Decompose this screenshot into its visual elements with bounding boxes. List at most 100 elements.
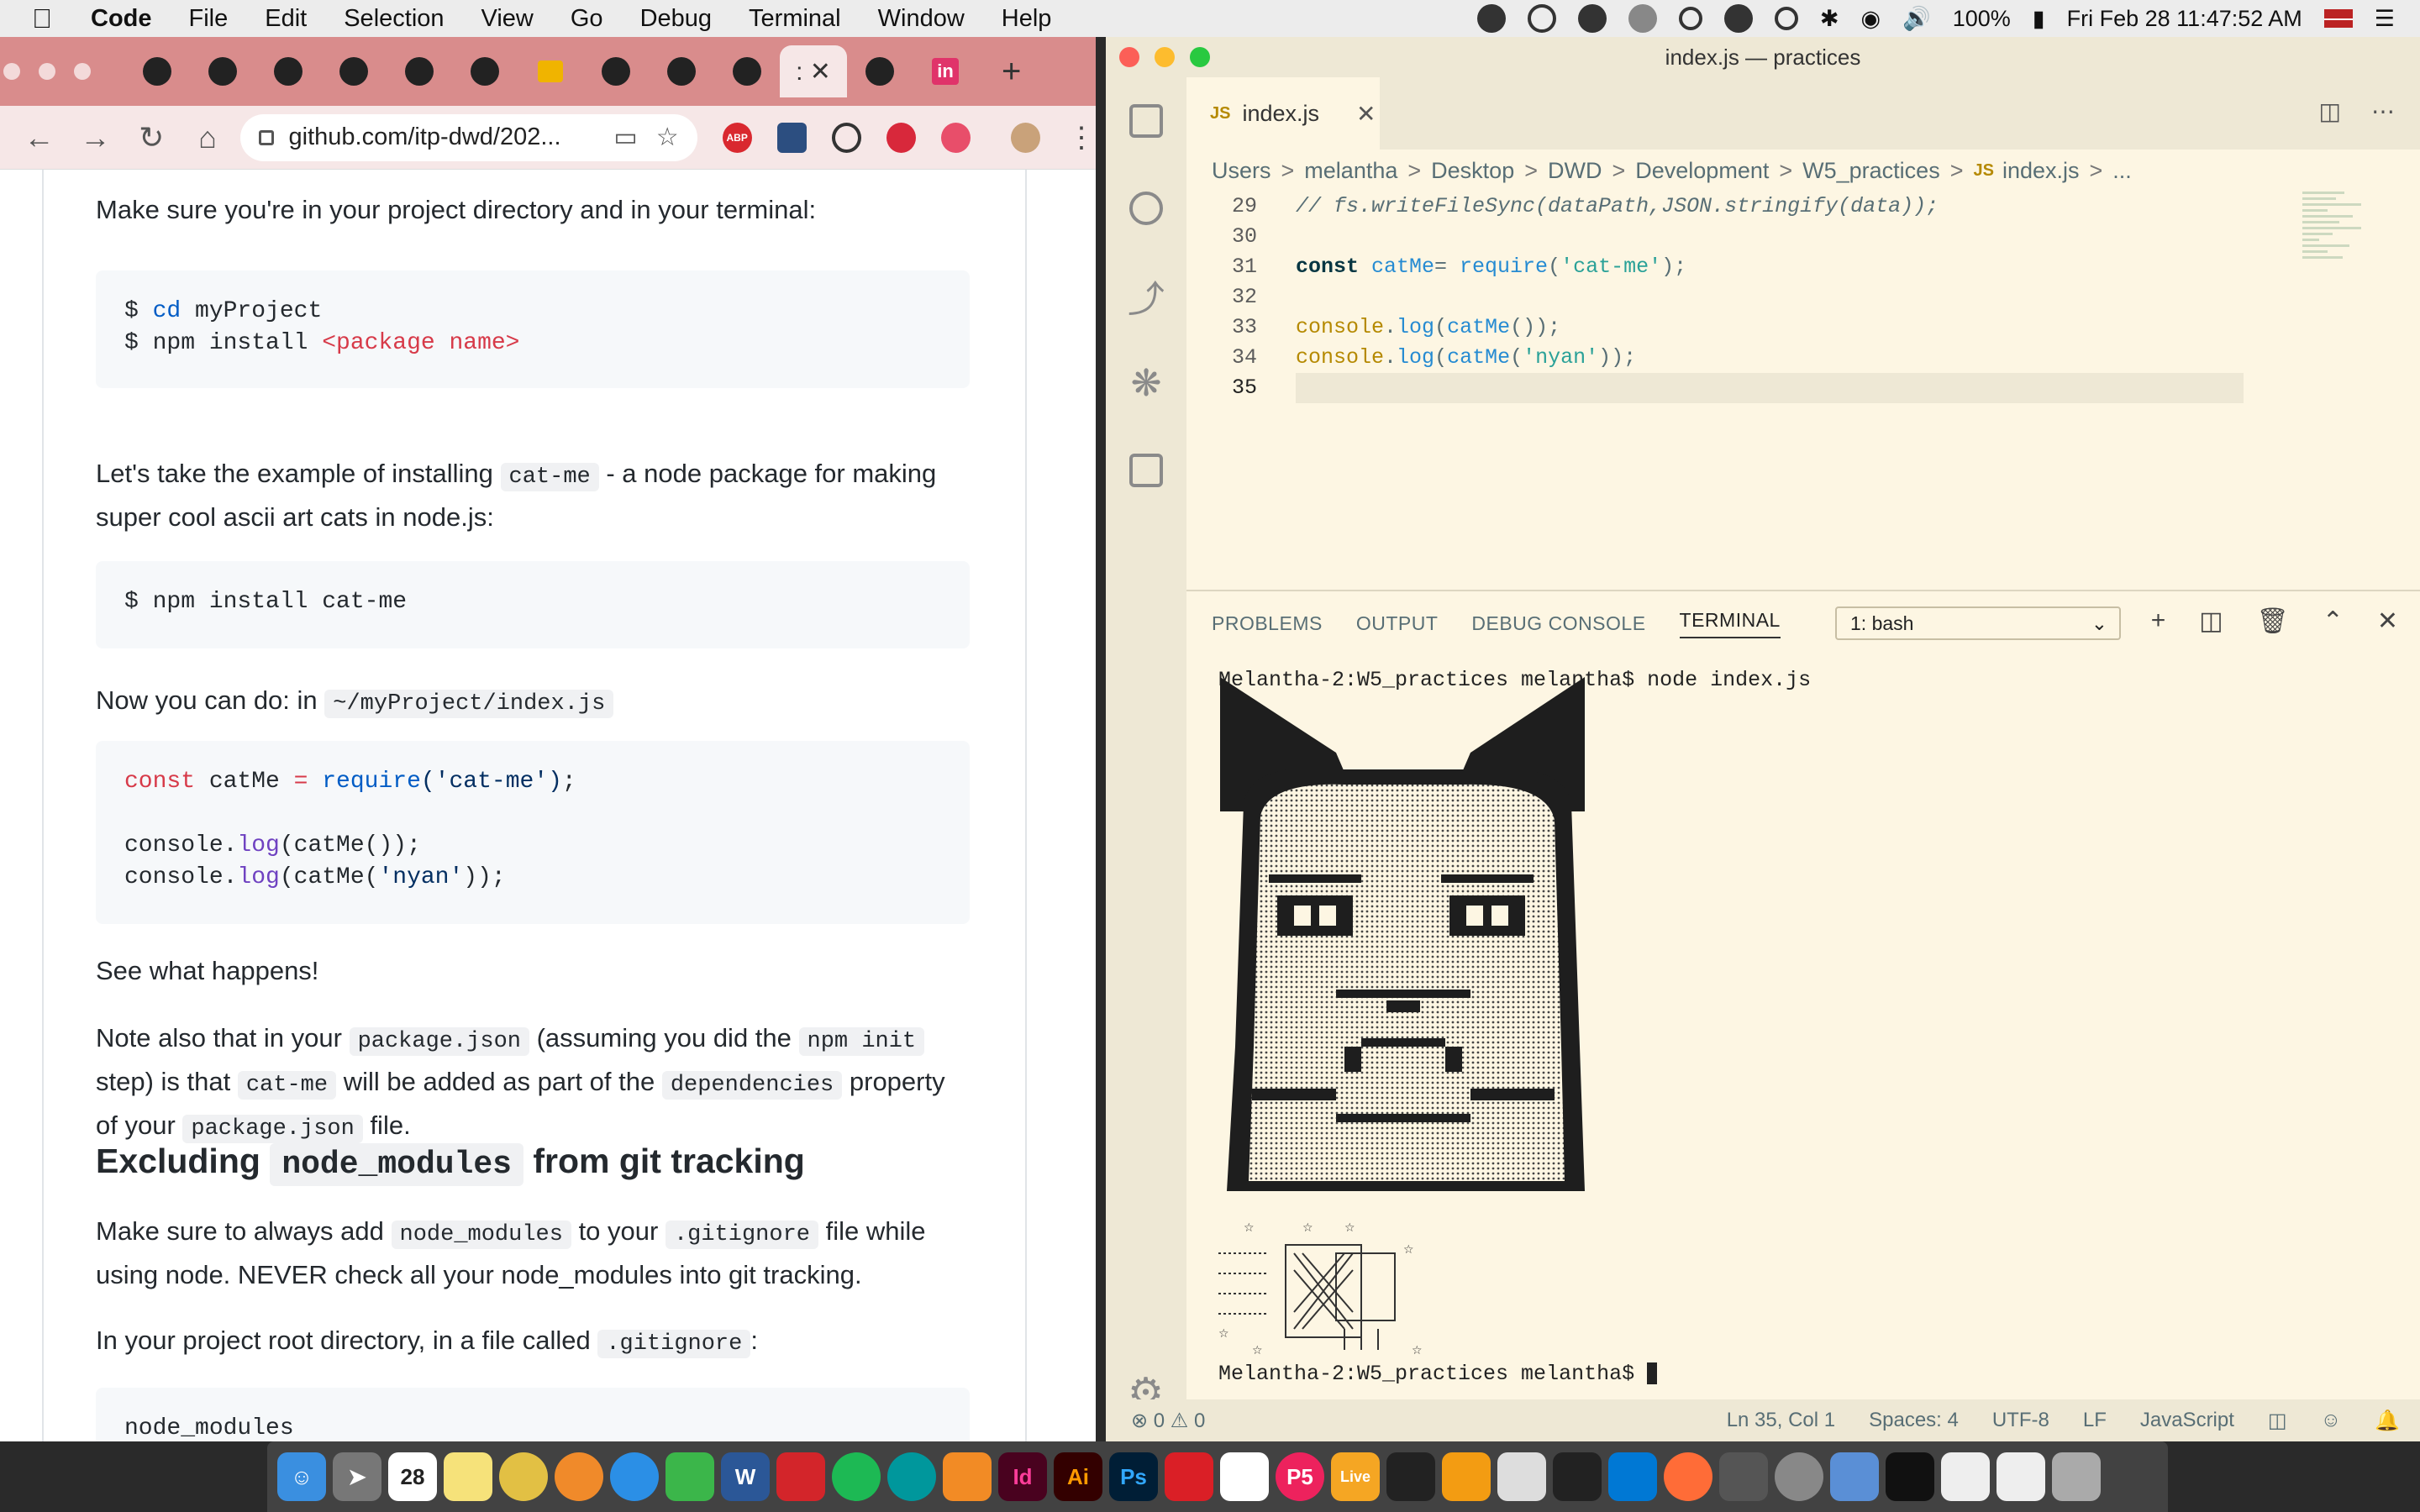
messenger-icon[interactable] <box>1476 4 1506 33</box>
apple-icon[interactable]:  <box>32 3 66 34</box>
arduino-icon[interactable] <box>887 1452 936 1501</box>
time-machine-icon[interactable] <box>1774 7 1798 30</box>
system-preferences-icon[interactable] <box>1775 1452 1823 1501</box>
breadcrumb-item[interactable]: index.js <box>2002 158 2080 184</box>
problems-count[interactable]: ⊗ 0 ⚠ 0 <box>1131 1409 1205 1433</box>
tab-github-3[interactable] <box>255 45 321 97</box>
tab-active[interactable]: : ✕ <box>780 45 847 97</box>
launchpad-icon[interactable]: ➤ <box>333 1452 381 1501</box>
menu-debug[interactable]: Debug <box>640 5 712 33</box>
new-tab-button[interactable]: + <box>1002 53 1021 91</box>
tab-output[interactable]: OUTPUT <box>1356 612 1439 635</box>
creative-cloud-icon[interactable] <box>1527 4 1556 33</box>
preview-icon[interactable] <box>1497 1452 1546 1501</box>
calendar-icon[interactable]: 28 <box>388 1452 437 1501</box>
split-editor-icon[interactable]: ◫ <box>2319 97 2341 125</box>
breadcrumb-item[interactable]: Development <box>1635 158 1769 184</box>
unity-icon[interactable] <box>1719 1452 1768 1501</box>
source-control-icon[interactable]: ⤴ <box>1106 252 1186 339</box>
new-terminal-icon[interactable]: + <box>2151 606 2166 636</box>
close-panel-icon[interactable]: ✕ <box>2377 606 2398 636</box>
creative-cloud-icon[interactable] <box>1165 1452 1213 1501</box>
menu-code[interactable]: Code <box>91 5 152 33</box>
notes-icon[interactable] <box>444 1452 492 1501</box>
close-window-button[interactable] <box>1119 47 1139 67</box>
debug-icon[interactable]: ❋ <box>1106 339 1186 427</box>
illustrator-icon[interactable]: Ai <box>1054 1452 1102 1501</box>
live-share-icon[interactable]: ◫ <box>2268 1409 2287 1433</box>
close-window-button[interactable] <box>3 63 20 80</box>
trash-icon[interactable] <box>2052 1452 2101 1501</box>
url-text[interactable]: github.com/itp-dwd/202... <box>289 123 596 151</box>
menu-help[interactable]: Help <box>1002 5 1052 33</box>
trash-icon[interactable]: 🗑 <box>2257 606 2289 636</box>
vscode-icon[interactable] <box>1608 1452 1657 1501</box>
breadcrumb-item[interactable]: Desktop <box>1431 158 1514 184</box>
more-actions-icon[interactable]: ⋯ <box>2371 97 2395 125</box>
extensions-icon[interactable] <box>1106 427 1186 514</box>
photos-icon[interactable] <box>1830 1452 1879 1501</box>
menu-window[interactable]: Window <box>878 5 965 33</box>
extension-icon[interactable] <box>831 122 861 153</box>
spotlight-icon[interactable] <box>1678 7 1702 30</box>
menu-terminal[interactable]: Terminal <box>749 5 841 33</box>
zoom-window-button[interactable] <box>1190 47 1210 67</box>
ableton-live-icon[interactable]: Live <box>1331 1452 1380 1501</box>
notification-center-icon[interactable]: ☰ <box>2375 6 2395 32</box>
code-line[interactable]: 33 console.log(catMe()); <box>1186 312 2420 343</box>
code-editor[interactable]: 29 // fs.writeFileSync(dataPath,JSON.str… <box>1186 192 2420 628</box>
explorer-icon[interactable] <box>1106 77 1186 165</box>
language-mode[interactable]: JavaScript <box>2140 1409 2234 1432</box>
tab-globe-2[interactable] <box>649 45 714 97</box>
word-icon[interactable]: W <box>721 1452 770 1501</box>
us-flag-icon[interactable] <box>2323 9 2353 28</box>
breadcrumb-item[interactable]: DWD <box>1548 158 1602 184</box>
extension-icon[interactable] <box>776 122 807 153</box>
terminal-select[interactable]: 1: bash ⌄ <box>1835 606 2121 640</box>
tab-terminal[interactable]: TERMINAL <box>1679 609 1781 638</box>
code-line[interactable]: 34 console.log(catMe('nyan')); <box>1186 343 2420 373</box>
maximize-panel-icon[interactable]: ⌃ <box>2323 606 2344 636</box>
menu-view[interactable]: View <box>481 5 534 33</box>
tab-problems[interactable]: PROBLEMS <box>1212 612 1323 635</box>
terminal-output[interactable]: Melantha-2:W5_practices melantha$ node i… <box>1218 665 2395 1399</box>
menu-file[interactable]: File <box>189 5 229 33</box>
indesign-icon[interactable]: Id <box>998 1452 1047 1501</box>
code-line-current[interactable]: 35 <box>1186 373 2420 403</box>
tab-close-icon[interactable]: : ✕ <box>796 57 831 87</box>
close-icon[interactable]: ✕ <box>1356 100 1376 128</box>
slack-icon[interactable] <box>1220 1452 1269 1501</box>
tab-github-4[interactable] <box>321 45 387 97</box>
photoshop-icon[interactable]: Ps <box>1109 1452 1158 1501</box>
volume-icon[interactable]: 🔊 <box>1902 5 1931 32</box>
encoding[interactable]: UTF-8 <box>1992 1409 2049 1432</box>
clock[interactable]: Fri Feb 28 11:47:52 AM <box>2067 6 2302 32</box>
battery-percent[interactable]: 100% <box>1953 6 2011 32</box>
document-icon[interactable] <box>1996 1452 2045 1501</box>
tab-github-5[interactable] <box>387 45 452 97</box>
bluetooth-icon[interactable]: ✱ <box>1820 6 1839 32</box>
zoom-window-button[interactable] <box>74 63 91 80</box>
chrome-icon[interactable] <box>499 1452 548 1501</box>
firefox-icon[interactable] <box>555 1452 603 1501</box>
menu-edit[interactable]: Edit <box>265 5 307 33</box>
adblock-extension-icon[interactable]: ABP <box>722 122 752 153</box>
breadcrumb-item[interactable]: ... <box>2112 158 2132 184</box>
code-line[interactable]: 30 <box>1186 222 2420 252</box>
breadcrumb-item[interactable]: W5_practices <box>1802 158 1940 184</box>
extension-icon[interactable] <box>940 122 971 153</box>
feedback-icon[interactable]: ☺ <box>2321 1409 2342 1432</box>
bookmark-star-icon[interactable]: ☆ <box>656 123 679 152</box>
minimize-window-button[interactable] <box>1155 47 1175 67</box>
globe-icon[interactable] <box>1628 4 1657 33</box>
cast-icon[interactable]: ▭ <box>613 123 637 152</box>
books-icon[interactable] <box>1442 1452 1491 1501</box>
siri-icon[interactable] <box>1723 4 1753 33</box>
spotify-icon[interactable] <box>832 1452 881 1501</box>
breadcrumb-item[interactable]: melantha <box>1304 158 1397 184</box>
tab-globe-1[interactable] <box>583 45 649 97</box>
minimize-window-button[interactable] <box>39 63 55 80</box>
code-line[interactable]: 29 // fs.writeFileSync(dataPath,JSON.str… <box>1186 192 2420 222</box>
code-line[interactable]: 32 <box>1186 282 2420 312</box>
finder-icon[interactable]: ☺ <box>277 1452 326 1501</box>
